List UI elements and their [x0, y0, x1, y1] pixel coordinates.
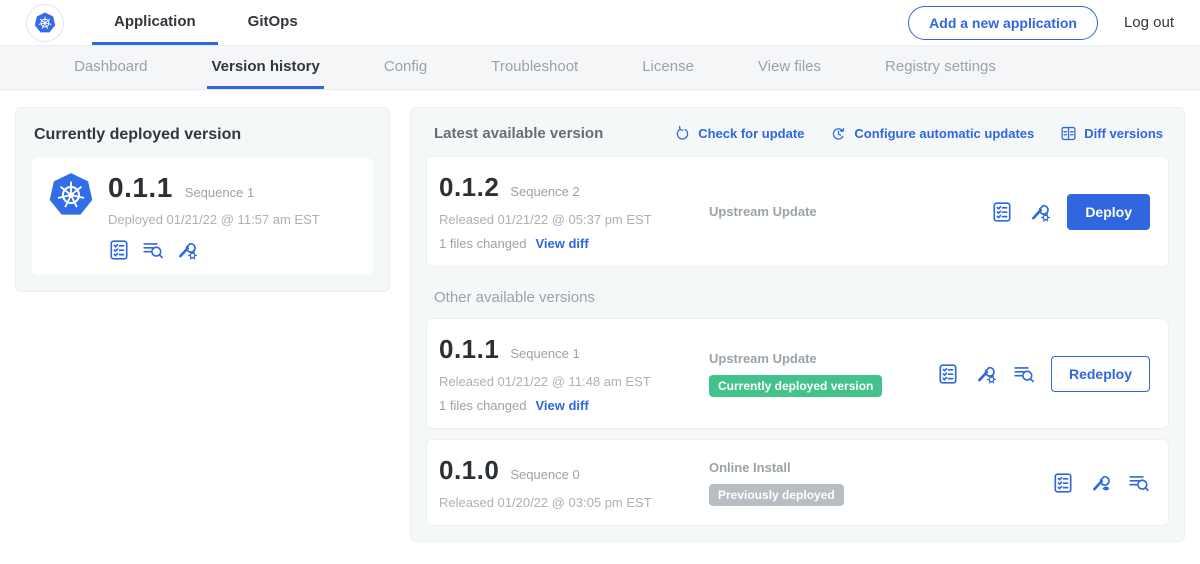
panel-actions: Check for update Configure automatic upd…: [674, 125, 1163, 142]
main-content: Currently deployed version 0.1.1 Sequenc…: [0, 90, 1200, 559]
released-timestamp: Released 01/20/22 @ 03:05 pm EST: [439, 495, 697, 510]
other-versions-title: Other available versions: [434, 289, 1163, 306]
view-diff-link[interactable]: View diff: [535, 236, 588, 251]
released-timestamp: Released 01/21/22 @ 11:48 am EST: [439, 374, 697, 389]
deployed-timestamp: Deployed 01/21/22 @ 11:57 am EST: [108, 212, 320, 227]
kubernetes-logo-icon: [48, 172, 94, 218]
sequence-label: Sequence 0: [510, 467, 579, 482]
version-number: 0.1.2: [439, 172, 499, 203]
checklist-icon[interactable]: [937, 363, 959, 385]
diff-versions-label: Diff versions: [1084, 126, 1163, 141]
version-actions: Deploy: [991, 194, 1150, 230]
available-versions-panel: Latest available version Check for updat…: [410, 107, 1185, 542]
released-timestamp: Released 01/21/22 @ 05:37 pm EST: [439, 212, 697, 227]
top-nav: Application GitOps Add a new application…: [0, 0, 1200, 46]
app-sub-nav: Dashboard Version history Config Trouble…: [0, 46, 1200, 90]
deployed-action-icons: [108, 239, 320, 261]
subtab-dashboard[interactable]: Dashboard: [70, 46, 151, 89]
subtab-view-files[interactable]: View files: [754, 46, 825, 89]
wrench-gear-icon[interactable]: [176, 239, 198, 261]
top-nav-right: Add a new application Log out: [908, 0, 1174, 45]
version-info: 0.1.0 Sequence 0 Released 01/20/22 @ 03:…: [439, 455, 697, 510]
version-source: Upstream Update Currently deployed versi…: [697, 351, 937, 397]
subtab-registry-settings[interactable]: Registry settings: [881, 46, 1000, 89]
source-label: Online Install: [709, 460, 1052, 475]
subtab-troubleshoot[interactable]: Troubleshoot: [487, 46, 582, 89]
version-number: 0.1.0: [439, 455, 499, 486]
tab-application[interactable]: Application: [92, 0, 218, 45]
view-diff-link[interactable]: View diff: [535, 398, 588, 413]
subtab-config[interactable]: Config: [380, 46, 431, 89]
check-for-update-label: Check for update: [698, 126, 804, 141]
tab-gitops[interactable]: GitOps: [226, 0, 320, 45]
checklist-icon[interactable]: [1052, 472, 1074, 494]
available-panel-header: Latest available version Check for updat…: [434, 125, 1163, 142]
deployed-version-number: 0.1.1: [108, 172, 173, 204]
version-card-0-1-1: 0.1.1 Sequence 1 Released 01/21/22 @ 11:…: [426, 318, 1169, 429]
source-label: Upstream Update: [709, 351, 937, 366]
diff-versions-link[interactable]: Diff versions: [1060, 125, 1163, 142]
previously-deployed-badge: Previously deployed: [709, 484, 844, 506]
version-source: Upstream Update: [697, 204, 991, 219]
version-info: 0.1.1 Sequence 1 Released 01/21/22 @ 11:…: [439, 334, 697, 413]
diff-icon: [1060, 125, 1077, 142]
configure-automatic-updates-label: Configure automatic updates: [854, 126, 1034, 141]
subtab-license[interactable]: License: [638, 46, 698, 89]
subtab-version-history[interactable]: Version history: [207, 46, 323, 89]
add-application-button[interactable]: Add a new application: [908, 6, 1098, 40]
logout-link[interactable]: Log out: [1124, 14, 1174, 31]
log-search-icon[interactable]: [1013, 363, 1035, 385]
checklist-icon[interactable]: [991, 201, 1013, 223]
app-logo[interactable]: [26, 4, 64, 42]
sequence-label: Sequence 1: [510, 346, 579, 361]
deploy-button[interactable]: Deploy: [1067, 194, 1150, 230]
clock-refresh-icon: [830, 125, 847, 142]
version-source: Online Install Previously deployed: [697, 460, 1052, 506]
wrench-gear-icon[interactable]: [975, 363, 997, 385]
log-search-icon[interactable]: [1128, 472, 1150, 494]
files-changed-label: 1 files changed: [439, 398, 526, 413]
source-label: Upstream Update: [709, 204, 991, 219]
version-card-0-1-2: 0.1.2 Sequence 2 Released 01/21/22 @ 05:…: [426, 156, 1169, 267]
log-search-icon[interactable]: [142, 239, 164, 261]
version-info: 0.1.2 Sequence 2 Released 01/21/22 @ 05:…: [439, 172, 697, 251]
deployed-version-card: 0.1.1 Sequence 1 Deployed 01/21/22 @ 11:…: [32, 158, 373, 275]
latest-available-title: Latest available version: [434, 125, 603, 142]
currently-deployed-badge: Currently deployed version: [709, 375, 882, 397]
sequence-label: Sequence 2: [510, 184, 579, 199]
wrench-gear-icon[interactable]: [1029, 201, 1051, 223]
wrench-eye-icon[interactable]: [1090, 472, 1112, 494]
version-card-0-1-0: 0.1.0 Sequence 0 Released 01/20/22 @ 03:…: [426, 439, 1169, 526]
configure-automatic-updates-link[interactable]: Configure automatic updates: [830, 125, 1034, 142]
version-actions: Redeploy: [937, 356, 1150, 392]
currently-deployed-panel: Currently deployed version 0.1.1 Sequenc…: [15, 107, 390, 292]
checklist-icon[interactable]: [108, 239, 130, 261]
version-actions: [1052, 472, 1150, 494]
deployed-version-details: 0.1.1 Sequence 1 Deployed 01/21/22 @ 11:…: [108, 172, 320, 261]
refresh-icon: [674, 125, 691, 142]
deployed-sequence-label: Sequence 1: [185, 185, 254, 200]
top-tabs: Application GitOps: [92, 0, 320, 45]
redeploy-button[interactable]: Redeploy: [1051, 356, 1150, 392]
kubernetes-logo-icon: [34, 12, 56, 34]
version-number: 0.1.1: [439, 334, 499, 365]
files-changed-label: 1 files changed: [439, 236, 526, 251]
check-for-update-link[interactable]: Check for update: [674, 125, 804, 142]
deployed-panel-title: Currently deployed version: [34, 126, 373, 144]
